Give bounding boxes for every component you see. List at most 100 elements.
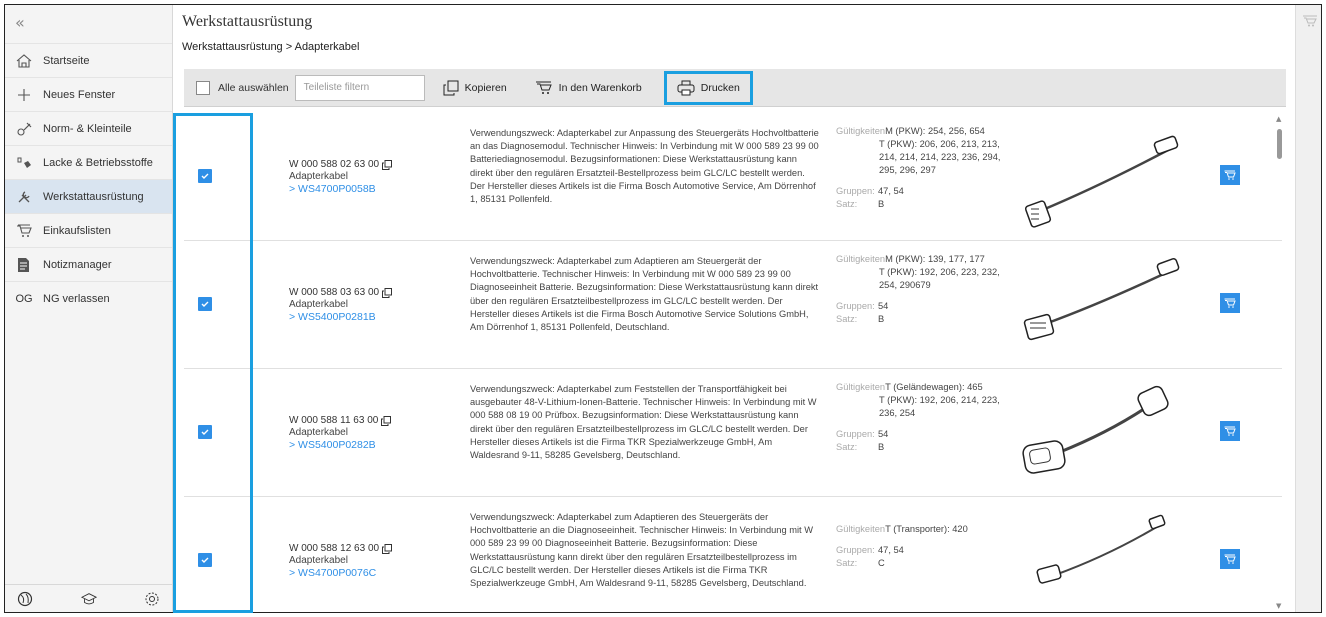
part-number-text: W 000 588 11 63 00 (289, 415, 379, 426)
print-button[interactable]: Drucken (663, 70, 753, 105)
part-image (1020, 505, 1180, 612)
row-cart-button[interactable] (1220, 165, 1240, 185)
part-description: Verwendungszweck: Adapterkabel zum Fests… (470, 384, 817, 461)
list-item: W 000 588 12 63 00 Adapterkabel > WS4700… (184, 497, 1282, 612)
part-link[interactable]: > WS5400P0281B (289, 311, 449, 323)
sidebar-item-ng-verlassen[interactable]: OG NG verlassen (5, 281, 172, 315)
part-image (1020, 249, 1180, 359)
list-item: W 000 588 03 63 00 Adapterkabel > WS5400… (184, 241, 1282, 369)
plus-icon (15, 86, 33, 104)
part-image (1020, 121, 1180, 231)
validity-block: Gültigkeiten T (Geländewagen): 465 T (PKW… (836, 381, 1006, 454)
part-info: W 000 588 11 63 00 Adapterkabel > WS5400… (289, 415, 449, 451)
validity-label: Gültigkeiten (836, 126, 886, 136)
validity-label: Gültigkeiten (836, 524, 886, 534)
validity-first: M (PKW): 254, 256, 654 (885, 126, 985, 136)
validity-block: Gültigkeiten T (Transporter): 420 Gruppen… (836, 523, 1006, 570)
sidebar-item-einkaufslisten[interactable]: Einkaufslisten (5, 213, 172, 247)
part-image (1020, 377, 1180, 487)
row-checkbox[interactable] (198, 169, 212, 183)
sidebar-item-lacke[interactable]: Lacke & Betriebsstoffe (5, 145, 172, 179)
settings-icon[interactable] (144, 591, 160, 607)
graduation-cap-icon[interactable] (80, 591, 97, 607)
collapse-sidebar-icon[interactable]: « (15, 13, 25, 32)
copy-icon[interactable] (381, 415, 392, 426)
globe-icon[interactable] (17, 591, 33, 607)
sidebar-item-werkstattausruestung[interactable]: Werkstattausrüstung (5, 179, 172, 213)
row-checkbox[interactable] (198, 425, 212, 439)
copy-icon[interactable] (382, 543, 393, 554)
breadcrumb[interactable]: Werkstattausrüstung > Adapterkabel (182, 41, 359, 53)
row-cart-button[interactable] (1220, 549, 1240, 569)
cart-icon (535, 81, 553, 95)
groups-label: Gruppen: (836, 186, 875, 196)
part-number: W 000 588 12 63 00 (289, 543, 449, 554)
part-link[interactable]: > WS4700P0058B (289, 183, 449, 195)
groups-label: Gruppen: (836, 301, 875, 311)
copy-icon[interactable] (382, 287, 393, 298)
row-cart-button[interactable] (1220, 293, 1240, 313)
sidebar-item-norm-kleinteile[interactable]: Norm- & Kleinteile (5, 111, 172, 145)
copy-icon[interactable] (382, 159, 393, 170)
validity-block: Gültigkeiten M (PKW): 254, 256, 654 T (PK… (836, 125, 1006, 211)
groups-value: 54 (878, 301, 889, 311)
set-label: Satz: (836, 442, 858, 452)
part-number: W 000 588 02 63 00 (289, 159, 449, 170)
sidebar-footer (5, 584, 172, 612)
filter-input[interactable]: Teileliste filtern (294, 74, 425, 101)
sidebar-item-label: Neues Fenster (43, 88, 116, 101)
part-link[interactable]: > WS5400P0282B (289, 439, 449, 451)
parts-list[interactable]: W 000 588 02 63 00 Adapterkabel > WS4700… (184, 113, 1282, 612)
add-to-cart-button[interactable]: In den Warenkorb (529, 75, 648, 101)
page-title: Werkstattausrüstung (182, 13, 313, 30)
part-description: Verwendungszweck: Adapterkabel zum Adapt… (470, 512, 813, 589)
app-window: « Startseite Neues Fenster Norm- & Klein… (4, 4, 1322, 613)
select-all-checkbox[interactable] (196, 80, 210, 95)
printer-icon (677, 80, 695, 96)
part-info: W 000 588 03 63 00 Adapterkabel > WS5400… (289, 287, 449, 323)
validity-label: Gültigkeiten (836, 382, 886, 392)
part-type: Adapterkabel (289, 427, 348, 438)
groups-value: 47, 54 (878, 186, 904, 196)
part-info: W 000 588 02 63 00 Adapterkabel > WS4700… (289, 159, 449, 195)
part-number-text: W 000 588 02 63 00 (289, 159, 380, 170)
row-cart-button[interactable] (1220, 421, 1240, 441)
part-type: Adapterkabel (289, 555, 348, 566)
part-number-text: W 000 588 03 63 00 (289, 287, 380, 298)
copy-button[interactable]: Kopieren (437, 75, 513, 101)
part-number: W 000 588 03 63 00 (289, 287, 449, 298)
part-type: Adapterkabel (289, 299, 348, 310)
toolbar: Alle auswählen Teileliste filtern Kopier… (184, 69, 1286, 107)
right-panel (1295, 5, 1321, 612)
sidebar-item-label: Norm- & Kleinteile (43, 122, 132, 135)
part-description: Verwendungszweck: Adapterkabel zur Anpas… (470, 128, 819, 205)
row-checkbox[interactable] (198, 297, 212, 311)
parts-icon (15, 120, 33, 138)
scroll-up-icon[interactable]: ▲ (1276, 115, 1281, 123)
sidebar-item-startseite[interactable]: Startseite (5, 43, 172, 77)
groups-label: Gruppen: (836, 429, 875, 439)
sidebar-item-neues-fenster[interactable]: Neues Fenster (5, 77, 172, 111)
select-all-label[interactable]: Alle auswählen (218, 82, 289, 94)
tools-icon (15, 188, 33, 206)
scroll-thumb[interactable] (1277, 129, 1282, 159)
set-value: C (878, 558, 885, 568)
row-checkbox[interactable] (198, 553, 212, 567)
set-value: B (878, 442, 885, 452)
list-item: W 000 588 02 63 00 Adapterkabel > WS4700… (184, 113, 1282, 241)
part-description: Verwendungszweck: Adapterkabel zum Adapt… (470, 256, 819, 333)
part-number-text: W 000 588 12 63 00 (289, 543, 380, 554)
note-icon (15, 256, 33, 274)
vertical-scrollbar[interactable]: ▲ ▼ (1274, 113, 1286, 612)
scroll-down-icon[interactable]: ▼ (1276, 602, 1281, 610)
sidebar-item-notizmanager[interactable]: Notizmanager (5, 247, 172, 281)
print-label: Drucken (700, 81, 740, 94)
part-info: W 000 588 12 63 00 Adapterkabel > WS4700… (289, 543, 449, 579)
part-link[interactable]: > WS4700P0076C (289, 567, 449, 579)
cart-icon (15, 222, 33, 240)
cart-icon[interactable] (1302, 15, 1318, 30)
add-to-cart-label: In den Warenkorb (558, 81, 642, 94)
validity-label: Gültigkeiten (836, 254, 886, 264)
validity-first: T (Geländewagen): 465 (885, 382, 983, 392)
validity-rest: T (PKW): 206, 206, 213, 213, 214, 214, 2… (879, 139, 1001, 175)
